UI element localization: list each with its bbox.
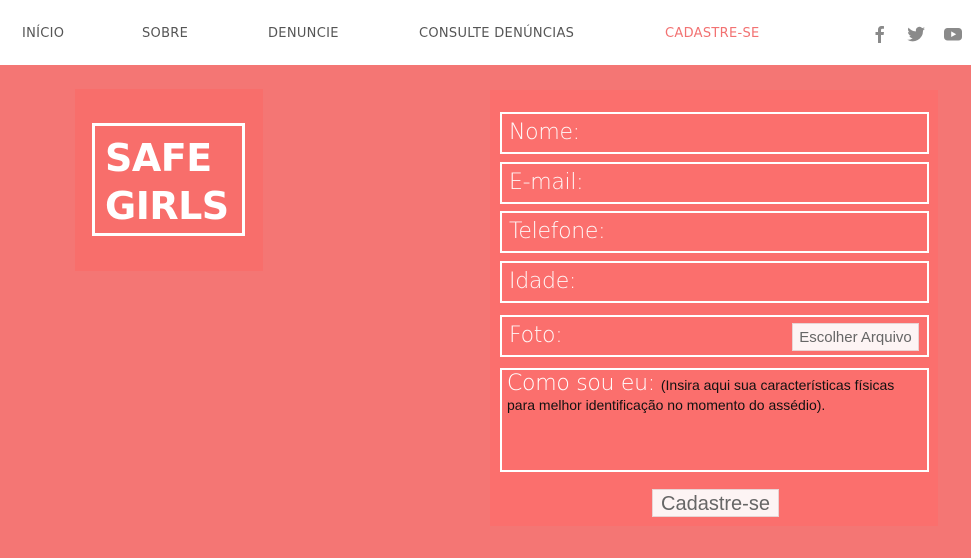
phone-field[interactable]: Telefone: (500, 211, 929, 253)
age-field[interactable]: Idade: (500, 261, 929, 303)
photo-field: Foto: Escolher Arquivo (500, 315, 929, 357)
about-me-label: Como sou eu: (507, 371, 655, 396)
photo-field-label: Foto: (509, 323, 563, 348)
cadastre-se-button[interactable]: Cadastre-se (652, 489, 779, 517)
nav-item-cadastre-se[interactable]: CADASTRE-SE (665, 26, 760, 41)
logo-panel: SAFE GIRLS (75, 89, 263, 271)
top-navigation-bar: INÍCIO SOBRE DENUNCIE CONSULTE DENÚNCIAS… (0, 0, 971, 65)
email-field-label: E-mail: (509, 170, 584, 195)
signup-form: Nome: E-mail: Telefone: Idade: Foto: Esc… (490, 90, 938, 526)
phone-field-label: Telefone: (509, 219, 606, 244)
nav-item-sobre[interactable]: SOBRE (142, 26, 188, 41)
safe-girls-logo[interactable]: SAFE GIRLS (92, 123, 245, 236)
facebook-icon[interactable] (870, 24, 890, 44)
about-me-textarea[interactable]: Como sou eu: (Insira aqui sua característ… (500, 368, 929, 472)
twitter-icon[interactable] (906, 24, 926, 44)
nav-item-consulte-denuncias[interactable]: CONSULTE DENÚNCIAS (419, 26, 574, 41)
logo-text-line2: GIRLS (105, 184, 229, 228)
email-field[interactable]: E-mail: (500, 162, 929, 204)
logo-text-line1: SAFE (105, 136, 212, 180)
name-field-label: Nome: (509, 120, 580, 145)
nav-item-inicio[interactable]: INÍCIO (22, 26, 64, 41)
youtube-icon[interactable] (943, 24, 963, 44)
age-field-label: Idade: (509, 269, 577, 294)
nav-item-denuncie[interactable]: DENUNCIE (268, 26, 339, 41)
name-field[interactable]: Nome: (500, 112, 929, 154)
about-me-content: Como sou eu: (Insira aqui sua característ… (507, 371, 917, 415)
choose-file-button[interactable]: Escolher Arquivo (792, 323, 919, 351)
